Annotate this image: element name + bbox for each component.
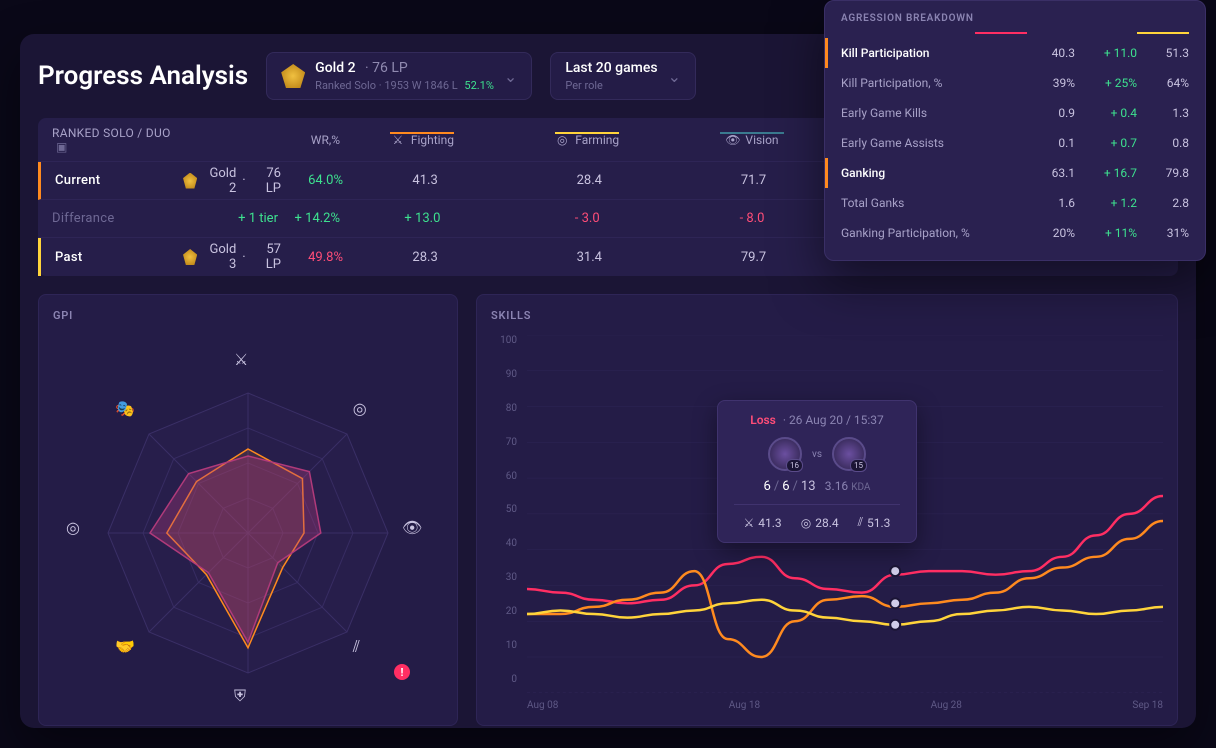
metric-cell: 28.4 — [507, 173, 671, 188]
match-result: Loss — [750, 413, 776, 427]
match-date: 26 Aug 20 / 15:37 — [789, 413, 884, 427]
tooltip-stats: ⚔41.3 ◎28.4 ⫽51.3 — [734, 504, 900, 530]
metric-cell: 28.3 — [343, 250, 507, 265]
rank-tier-icon — [183, 173, 197, 189]
eye-icon: 👁 — [402, 518, 422, 537]
sword-icon: ⚔ — [234, 350, 248, 369]
target-icon: ◎ — [66, 518, 80, 537]
games-title: Last 20 games — [565, 60, 657, 77]
shield-icon: ⛨ — [234, 686, 246, 706]
past-rank: Gold 3 · 57 LP — [183, 242, 281, 272]
eye-icon: 👁 — [725, 133, 739, 147]
breakdown-row: Kill Participation, %39%+ 25%64% — [825, 68, 1205, 98]
rank-tier: Gold 2 — [315, 60, 355, 76]
current-rank: Gold 2 · 76 LP — [183, 166, 281, 196]
alert-icon: ! — [394, 664, 410, 680]
mask-icon: 🎭 — [115, 399, 135, 418]
skills-panel: SKILLS 1009080706050403020100 Aug 08Aug … — [476, 294, 1178, 726]
wr-header: WR,% — [278, 133, 340, 147]
diff-wr: + 14.2% — [278, 211, 340, 226]
breakdown-row: Ganking63.1+ 16.779.8 — [825, 158, 1205, 188]
gpi-panel: GPI ! ⚔ ◎ 👁 ⫽ ⛨ 🤝 ◎ 🎭 — [38, 294, 458, 726]
rank-lp: · 76 LP — [365, 60, 408, 76]
current-wr: 64.0% — [281, 173, 343, 188]
breakdown-row: Total Ganks1.6+ 1.22.8 — [825, 188, 1205, 218]
games-selector[interactable]: Last 20 games Per role ⌄ — [550, 52, 696, 100]
metric-cell: 31.4 — [507, 250, 671, 265]
radar-chart: ! ⚔ ◎ 👁 ⫽ ⛨ 🤝 ◎ 🎭 — [39, 331, 457, 725]
claws-icon: ⫽ — [858, 515, 863, 530]
sword-icon: ⚔ — [391, 133, 405, 147]
breakdown-row: Ganking Participation, %20%+ 11%31% — [825, 218, 1205, 248]
metric-col-fighting[interactable]: ⚔Fighting — [340, 133, 505, 147]
breakdown-row: Early Game Assists0.1+ 0.70.8 — [825, 128, 1205, 158]
rank-tier-icon — [281, 64, 305, 88]
chevron-down-icon: ⌄ — [668, 67, 681, 86]
claws-icon: ⫽ — [353, 637, 360, 657]
coins-icon: ◎ — [801, 516, 811, 530]
metric-cell: 71.7 — [671, 173, 835, 188]
breakdown-row: Kill Participation40.3+ 11.051.3 — [825, 38, 1205, 68]
metric-cell: 41.3 — [343, 173, 507, 188]
coins-icon: ◎ — [555, 133, 569, 147]
metric-cell: 79.7 — [671, 250, 835, 265]
queue-label: RANKED SOLO / DUO ▣ — [52, 126, 180, 154]
aggression-breakdown-popover: AGRESSION BREAKDOWN Kill Participation40… — [824, 0, 1206, 261]
rank-winrate: 52.1% — [464, 79, 494, 92]
games-subtitle: Per role — [565, 79, 657, 92]
breakdown-row: Early Game Kills0.9+ 0.41.3 — [825, 98, 1205, 128]
tooltip-kda: 6/6/13 3.16KDA — [734, 479, 900, 494]
rank-selector[interactable]: Gold 2 · 76 LP Ranked Solo · 1953 W 1846… — [266, 52, 532, 100]
diff-rank: + 1 tier — [180, 211, 278, 226]
coins-icon: ◎ — [353, 399, 367, 418]
rank-queue: Ranked Solo — [315, 79, 376, 92]
vs-label: vs — [812, 449, 822, 460]
metric-col-vision[interactable]: 👁Vision — [670, 133, 835, 147]
metric-cell: + 13.0 — [340, 211, 505, 226]
y-axis-ticks: 1009080706050403020100 — [483, 335, 517, 685]
chevron-down-icon: ⌄ — [504, 67, 517, 86]
sword-icon: ⚔ — [744, 516, 755, 530]
player-avatar: 16 — [768, 437, 802, 471]
handshake-icon: 🤝 — [115, 637, 135, 656]
match-tooltip: Loss · 26 Aug 20 / 15:37 16 vs 15 6/6/13… — [717, 400, 917, 543]
panels-row: GPI ! ⚔ ◎ 👁 ⫽ ⛨ 🤝 ◎ 🎭 SKILLS 100908070605040302… — [20, 276, 1196, 744]
metric-cell: - 3.0 — [505, 211, 670, 226]
radar-svg — [58, 338, 438, 718]
rank-record: 1953 W 1846 L — [384, 79, 457, 92]
metric-cell: - 8.0 — [670, 211, 835, 226]
copy-icon: ▣ — [56, 140, 68, 154]
skills-title: SKILLS — [491, 309, 1163, 322]
rank-tier-icon — [183, 249, 197, 265]
metric-col-farming[interactable]: ◎Farming — [505, 133, 670, 147]
gpi-title: GPI — [53, 309, 443, 322]
x-axis-ticks: Aug 08Aug 18Aug 28Sep 18 — [527, 700, 1163, 711]
page-title: Progress Analysis — [38, 61, 248, 91]
opponent-avatar: 15 — [832, 437, 866, 471]
past-wr: 49.8% — [281, 250, 343, 265]
breakdown-title: AGRESSION BREAKDOWN — [825, 13, 1205, 32]
